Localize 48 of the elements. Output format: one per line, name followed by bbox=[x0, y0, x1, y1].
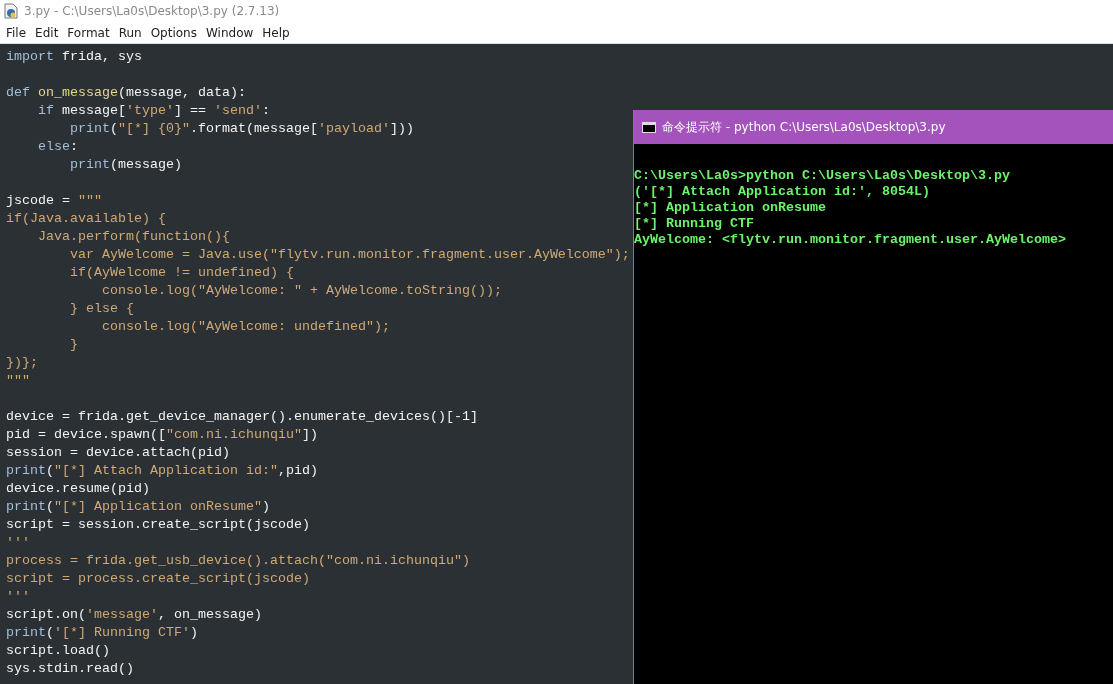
code-line: print("[*] Application onResume") bbox=[6, 498, 270, 516]
menu-item[interactable]: Window bbox=[201, 25, 258, 40]
code-line: script.load() bbox=[6, 642, 110, 660]
code-line: def on_message(message, data): bbox=[6, 84, 246, 102]
code-line: print(message) bbox=[69, 156, 182, 174]
code-line: if(Java.available) { bbox=[6, 210, 166, 228]
code-line: Java.perform(function(){ bbox=[37, 228, 230, 246]
menu-item[interactable]: Options bbox=[146, 25, 201, 40]
code-line: console.log("AyWelcome: " + AyWelcome.toString()); bbox=[100, 282, 502, 300]
code-line: })}; bbox=[6, 354, 38, 372]
code-line: ''' bbox=[6, 534, 30, 552]
code-line: session = device.attach(pid) bbox=[6, 444, 230, 462]
code-line: jscode = """ bbox=[6, 192, 102, 210]
code-line: console.log("AyWelcome: undefined"); bbox=[100, 318, 390, 336]
code-line: process = frida.get_usb_device().attach("com.ni.ichunqiu") bbox=[6, 552, 470, 570]
code-line: device.resume(pid) bbox=[6, 480, 150, 498]
console-line: AyWelcome: <flytv.run.monitor.fragment.user.AyWelcome> bbox=[634, 232, 1067, 248]
python-file-icon bbox=[4, 3, 18, 19]
code-line: ''' bbox=[6, 588, 30, 606]
menu-item[interactable]: Run bbox=[114, 25, 146, 40]
console-line: [*] Application onResume bbox=[634, 200, 827, 216]
code-line: script = process.create_script(jscode) bbox=[6, 570, 310, 588]
menu-item[interactable]: File bbox=[2, 25, 31, 40]
console-title: 命令提示符 - python C:\Users\La0s\Desktop\3.py bbox=[662, 118, 946, 136]
code-line: if message['type'] == 'send': bbox=[37, 102, 270, 120]
code-line: var AyWelcome = Java.use("flytv.run.monitor.fragment.user.AyWelcome"); bbox=[69, 246, 630, 264]
code-line: pid = device.spawn(["com.ni.ichunqiu"]) bbox=[6, 426, 318, 444]
menu-item[interactable]: Format bbox=[63, 25, 114, 40]
code-line: sys.stdin.read() bbox=[6, 660, 134, 678]
console-icon bbox=[642, 121, 656, 133]
window-title: 3.py - C:\Users\La0s\Desktop\3.py (2.7.13) bbox=[24, 4, 280, 18]
code-line: script = session.create_script(jscode) bbox=[6, 516, 310, 534]
code-line: print('[*] Running CTF') bbox=[6, 624, 198, 642]
code-line: else: bbox=[37, 138, 78, 156]
code-line: """ bbox=[6, 372, 30, 390]
code-line: script.on('message', on_message) bbox=[6, 606, 262, 624]
code-line: device = frida.get_device_manager().enumerate_devices()[-1] bbox=[6, 408, 478, 426]
code-line: } else { bbox=[69, 300, 134, 318]
code-line: print("[*] Attach Application id:",pid) bbox=[6, 462, 318, 480]
code-line: print("[*] {0}".format(message['payload'])) bbox=[69, 120, 414, 138]
code-line: if(AyWelcome != undefined) { bbox=[69, 264, 294, 282]
menu-item[interactable]: Help bbox=[258, 25, 294, 40]
menu-item[interactable]: Edit bbox=[31, 25, 63, 40]
console-line: ('[*] Attach Application id:', 8054L) bbox=[634, 184, 931, 200]
code-line: } bbox=[69, 336, 78, 354]
code-line: import frida, sys bbox=[6, 48, 142, 66]
console-line: [*] Running CTF bbox=[634, 216, 755, 232]
console-line: C:\Users\La0s>python C:\Users\La0s\Desktop\3.py bbox=[634, 168, 1011, 184]
